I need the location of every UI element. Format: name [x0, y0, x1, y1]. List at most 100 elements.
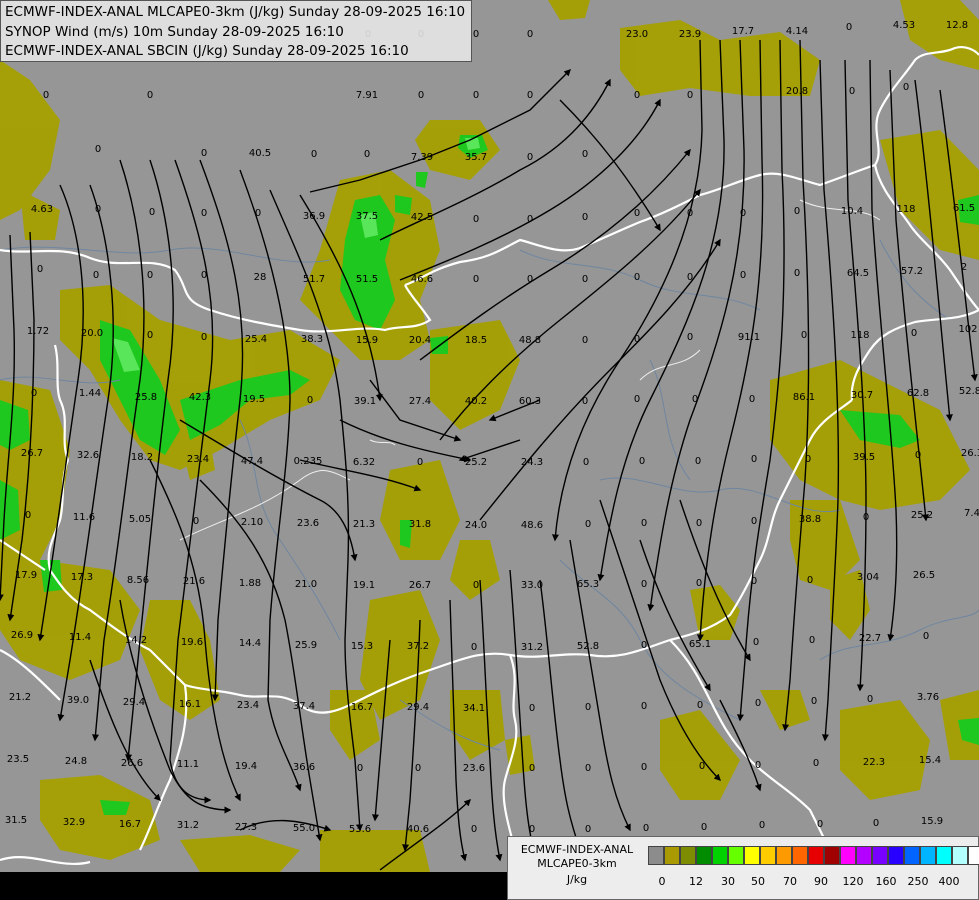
value-label: 118 — [896, 204, 915, 215]
value-label: 0 — [147, 330, 153, 341]
value-label: 7.4 — [964, 508, 979, 519]
value-label: 1.44 — [79, 388, 101, 399]
value-label: 0 — [873, 818, 879, 829]
value-label: 0 — [696, 518, 702, 529]
value-label: 39.1 — [354, 396, 376, 407]
value-label: 11.6 — [73, 512, 95, 523]
value-label: 0 — [527, 90, 533, 101]
value-label: 32.9 — [63, 817, 85, 828]
header-line-cin: ECMWF-INDEX-ANAL SBCIN (J/kg) Sunday 28-… — [5, 43, 409, 59]
value-label: 0 — [418, 90, 424, 101]
value-label: 0 — [95, 144, 101, 155]
value-label: 0 — [43, 90, 49, 101]
value-label: 0 — [585, 519, 591, 530]
value-label: 46.6 — [411, 274, 433, 285]
value-label: 0 — [582, 335, 588, 346]
value-label: 0 — [95, 204, 101, 215]
value-label: 23.6 — [463, 763, 485, 774]
value-label: 48.8 — [519, 335, 541, 346]
value-label: 0 — [751, 576, 757, 587]
value-label: 29.4 — [123, 697, 145, 708]
legend-swatch — [904, 846, 920, 865]
value-label: 3.76 — [917, 692, 939, 703]
value-label: 51.7 — [303, 274, 325, 285]
value-label: 0 — [527, 274, 533, 285]
value-label: 21.6 — [183, 576, 205, 587]
legend-swatch — [696, 846, 712, 865]
value-label: 0 — [471, 824, 477, 835]
value-label: 0 — [415, 763, 421, 774]
value-label: 0 — [759, 820, 765, 831]
value-label: 57.2 — [901, 266, 923, 277]
value-label: 40.5 — [249, 148, 271, 159]
value-label: 0 — [687, 272, 693, 283]
value-label: 0 — [749, 394, 755, 405]
value-label: 0 — [846, 22, 852, 33]
value-label: 4.53 — [893, 20, 915, 31]
value-label: 0 — [740, 270, 746, 281]
value-label: 0 — [634, 208, 640, 219]
value-label: 0 — [634, 334, 640, 345]
value-label: 0 — [582, 149, 588, 160]
value-label: 0 — [255, 208, 261, 219]
legend-swatch — [968, 846, 979, 865]
value-label: 47.4 — [241, 456, 263, 467]
value-label: 0 — [582, 396, 588, 407]
value-label: 24.3 — [521, 457, 543, 468]
value-label: 30.7 — [851, 390, 873, 401]
value-label: 16.7 — [119, 819, 141, 830]
value-label: 0 — [201, 208, 207, 219]
value-label: 102 — [958, 324, 977, 335]
value-label: 0 — [634, 272, 640, 283]
value-label: 2 — [961, 262, 967, 273]
value-label: 0 — [923, 631, 929, 642]
value-label: 31.8 — [409, 519, 431, 530]
value-label: 38.3 — [301, 334, 323, 345]
value-label: 0 — [417, 457, 423, 468]
value-label: 0 — [527, 29, 533, 40]
value-label: 0 — [643, 823, 649, 834]
value-label: 21.3 — [353, 519, 375, 530]
legend-swatch — [920, 846, 936, 865]
value-label: 14.4 — [239, 638, 261, 649]
map-view[interactable]: 7.91 0 0 0 0 0 0 0 23.0 23.9 17.7 4.14 0 4.53 12.8 0 0 0 0… — [0, 0, 979, 900]
value-label: 0 — [817, 819, 823, 830]
value-label: 0 — [585, 824, 591, 835]
value-label: 0 — [147, 90, 153, 101]
value-label: 22.7 — [859, 633, 881, 644]
value-label: 0 — [903, 82, 909, 93]
value-label: 0 — [740, 208, 746, 219]
header-line-cape: ECMWF-INDEX-ANAL MLCAPE0-3km (J/kg) Sund… — [5, 4, 466, 20]
value-label: 0 — [641, 701, 647, 712]
value-label: 0 — [364, 149, 370, 160]
legend-tick-label: 120 — [842, 875, 864, 888]
legend-swatch — [648, 846, 664, 865]
value-label: 0 — [357, 763, 363, 774]
value-label: 25.2 — [911, 510, 933, 521]
legend-swatch — [760, 846, 776, 865]
value-label: 0 — [641, 579, 647, 590]
value-label: 0 — [695, 456, 701, 467]
value-label: 25.9 — [295, 640, 317, 651]
legend-swatch — [872, 846, 888, 865]
legend-title-line2: MLCAPE0-3km — [537, 857, 617, 870]
value-label: 0 — [687, 208, 693, 219]
value-label: 0 — [585, 702, 591, 713]
legend-title-line1: ECMWF-INDEX-ANAL — [520, 843, 634, 856]
value-label: 19.5 — [243, 394, 265, 405]
value-label: 24.8 — [65, 756, 87, 767]
weather-map[interactable]: 7.91 0 0 0 0 0 0 0 23.0 23.9 17.7 4.14 0 4.53 12.8 0 0 0 0… — [0, 0, 979, 900]
value-label: 0 — [813, 758, 819, 769]
value-label: 0 — [473, 214, 479, 225]
value-label: 0 — [473, 580, 479, 591]
value-label: 37.2 — [407, 641, 429, 652]
value-label: 1.72 — [27, 326, 49, 337]
value-label: 18.2 — [131, 452, 153, 463]
value-label: 4.63 — [31, 204, 53, 215]
value-label: 26.6 — [121, 758, 143, 769]
value-label: 55.0 — [293, 823, 315, 834]
value-label: 52.8 — [577, 641, 599, 652]
value-label: 52.8 — [959, 386, 979, 397]
value-label: 37.4 — [293, 701, 315, 712]
value-label: 0 — [751, 516, 757, 527]
